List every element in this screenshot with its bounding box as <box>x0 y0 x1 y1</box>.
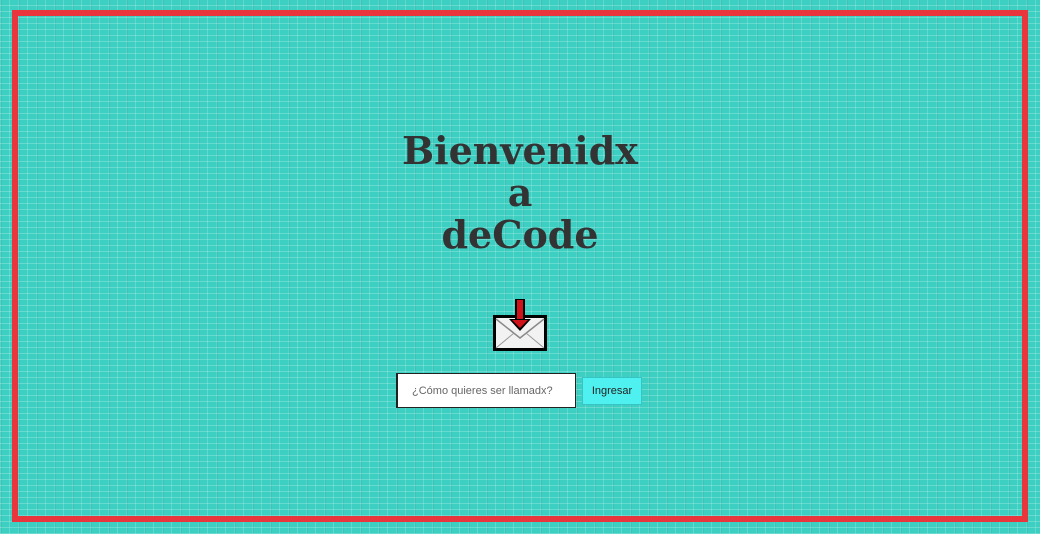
ingresar-button[interactable]: Ingresar <box>582 377 642 405</box>
title-line-2: a <box>507 170 533 215</box>
title-line-1: Bienvenidx <box>402 128 638 173</box>
title-line-3: deCode <box>441 212 599 257</box>
name-form: Ingresar <box>396 373 646 409</box>
page-frame <box>12 10 1028 522</box>
welcome-title: Bienvenidx a deCode <box>0 130 1040 256</box>
mail-download-icon <box>490 298 550 354</box>
name-input[interactable] <box>396 373 576 408</box>
